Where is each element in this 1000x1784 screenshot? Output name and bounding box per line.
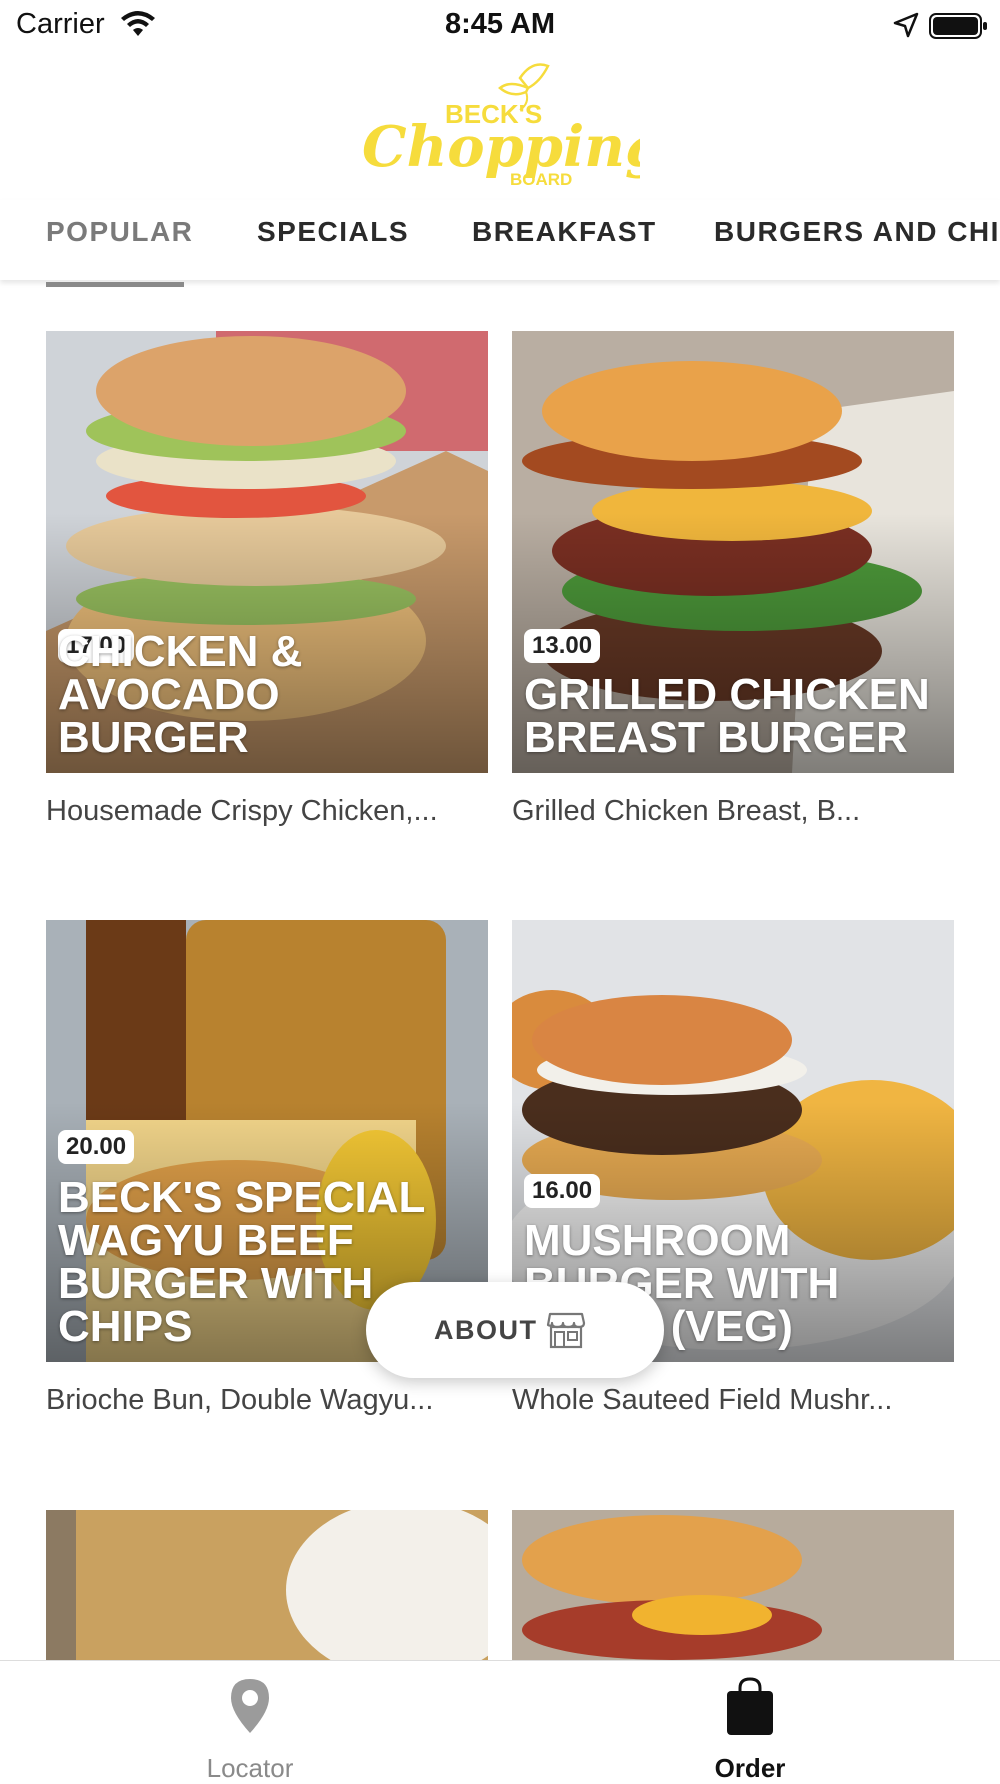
menu-item-card[interactable]: 17.00 CHICKEN & AVOCADO BURGER Housemade… <box>46 331 488 828</box>
nav-order-label: Order <box>714 1753 786 1783</box>
tab-burgers-and-chips[interactable]: BURGERS AND CHIPS <box>714 216 1000 248</box>
menu-item-image: 13.00 GRILLED CHICKEN BREAST BURGER <box>512 331 954 773</box>
menu-item-image: 17.00 CHICKEN & AVOCADO BURGER <box>46 331 488 773</box>
category-tabs: POPULAR SPECIALS BREAKFAST BURGERS AND C… <box>0 200 1000 280</box>
active-tab-indicator <box>46 282 184 287</box>
menu-item-image <box>46 1510 488 1660</box>
nav-locator[interactable]: Locator <box>0 1661 500 1783</box>
location-arrow-icon <box>893 12 919 38</box>
price-badge: 16.00 <box>524 1174 601 1208</box>
tab-breakfast[interactable]: BREAKFAST <box>472 216 657 248</box>
about-button[interactable]: ABOUT <box>366 1282 664 1378</box>
menu-item-card[interactable] <box>46 1510 488 1660</box>
menu-item-title: CHICKEN & AVOCADO BURGER <box>58 627 303 762</box>
menu-item-card[interactable]: 13.00 GRILLED CHICKEN BREAST BURGER Gril… <box>512 331 954 828</box>
price-badge: 13.00 <box>524 629 601 663</box>
burger-photo <box>512 1510 954 1660</box>
shopping-bag-icon <box>727 1677 773 1735</box>
about-button-label: ABOUT <box>434 1315 538 1345</box>
battery-icon <box>929 13 987 39</box>
menu-item-image <box>512 1510 954 1660</box>
menu-item-description: Housemade Crispy Chicken,... <box>46 795 438 827</box>
menu-item-description: Grilled Chicken Breast, B... <box>512 795 861 827</box>
menu-item-card[interactable] <box>512 1510 954 1660</box>
menu-item-description: Whole Sauteed Field Mushr... <box>512 1384 893 1416</box>
brand-logo: BECK'S Chopping BOARD <box>362 63 640 189</box>
menu-item-title: GRILLED CHICKEN BREAST BURGER <box>524 670 930 762</box>
map-pin-icon <box>231 1679 269 1733</box>
store-icon <box>546 1312 586 1349</box>
bottom-navigation: Locator Order <box>0 1660 1000 1783</box>
status-bar: Carrier 8:45 AM <box>0 0 1000 52</box>
nav-locator-label: Locator <box>206 1753 294 1783</box>
nav-order[interactable]: Order <box>500 1661 1000 1783</box>
food-photo <box>46 1510 488 1660</box>
price-badge: 20.00 <box>58 1130 135 1164</box>
status-time: 8:45 AM <box>444 8 556 40</box>
tab-specials[interactable]: SPECIALS <box>257 216 409 248</box>
svg-text:Chopping: Chopping <box>362 114 640 180</box>
svg-text:BOARD: BOARD <box>510 170 572 189</box>
tab-popular[interactable]: POPULAR <box>46 216 193 248</box>
menu-item-description: Brioche Bun, Double Wagyu... <box>46 1384 434 1416</box>
